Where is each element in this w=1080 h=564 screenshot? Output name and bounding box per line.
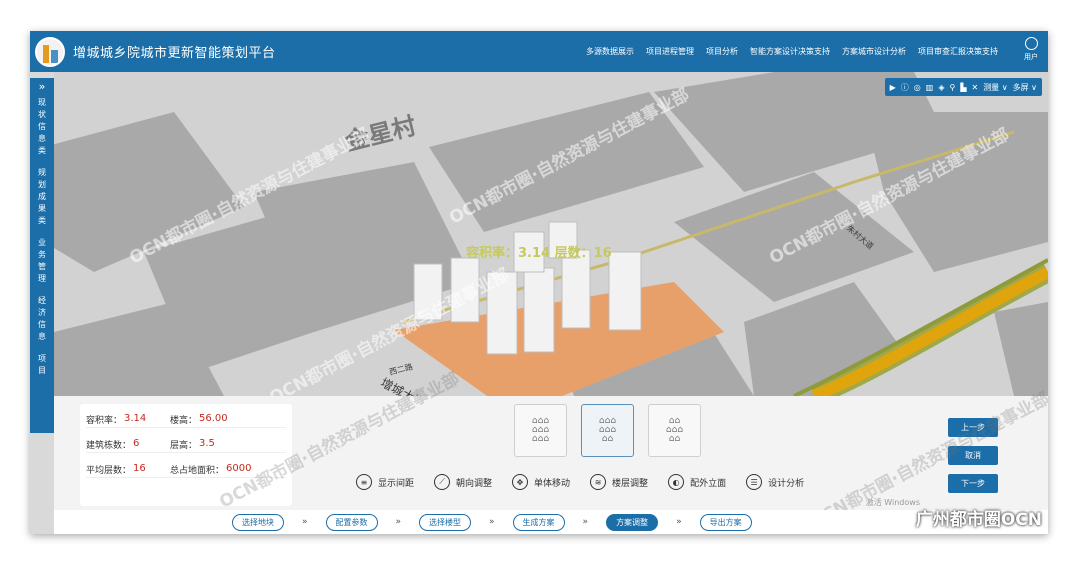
- location-icon[interactable]: ⚲: [949, 83, 955, 92]
- param-key: 层高：: [170, 441, 198, 451]
- sidebar-item-economic[interactable]: 经济信息: [38, 295, 47, 343]
- action-label: 单体移动: [534, 478, 571, 489]
- nav-item-review[interactable]: 项目审查汇报决策支持: [918, 46, 998, 57]
- user-label: 用户: [1024, 53, 1038, 61]
- layout-option-2[interactable]: ⌂⌂⌂ ⌂⌂⌂ ⌂⌂: [581, 404, 634, 457]
- step-arrow-icon: »: [489, 517, 495, 527]
- compass-icon: ⟋: [434, 474, 451, 490]
- sidebar-item-project[interactable]: 项目: [38, 353, 47, 377]
- param-key: 楼高：: [170, 416, 198, 426]
- step-config-params[interactable]: 配置参数: [325, 513, 378, 531]
- param-value: 3.14: [124, 413, 147, 424]
- param-value: 6: [133, 438, 140, 449]
- user-menu[interactable]: 用户: [1020, 37, 1042, 62]
- step-bar: 选择地块 » 配置参数 » 选择楼型 » 生成方案 » 方案调整 » 导出方案: [54, 510, 1048, 534]
- info-icon[interactable]: ⓘ: [901, 82, 909, 93]
- globe-icon[interactable]: ◎: [914, 83, 921, 92]
- step-select-parcel[interactable]: 选择地块: [232, 513, 284, 531]
- close-icon[interactable]: ✕: [971, 83, 978, 92]
- orientation-button[interactable]: ⟋ 朝向调整: [434, 474, 492, 490]
- param-row: 容积率： 3.14 楼高： 56.00: [86, 412, 286, 428]
- app-logo: [35, 36, 65, 67]
- next-step-button[interactable]: 下一步: [948, 474, 998, 493]
- step-adjust[interactable]: 方案调整: [606, 513, 659, 531]
- nav-item-data[interactable]: 多源数据展示: [586, 46, 634, 57]
- layers-icon[interactable]: ◈: [938, 83, 944, 92]
- param-row: 平均层数： 16 总占地面积： 6000: [86, 462, 286, 478]
- nav-item-design[interactable]: 智能方案设计决策支持: [750, 46, 830, 57]
- expand-icon[interactable]: »: [30, 80, 54, 93]
- action-label: 显示间距: [378, 478, 415, 489]
- building-icon[interactable]: ▙: [960, 83, 966, 92]
- nav-item-urban[interactable]: 方案城市设计分析: [842, 46, 906, 57]
- prev-step-button[interactable]: 上一步: [948, 418, 998, 437]
- left-sidebar: » 现状信息类 规划成果类 业务管理 经济信息 项目: [30, 78, 54, 433]
- step-export[interactable]: 导出方案: [699, 513, 752, 531]
- param-row: 建筑栋数： 6 层高： 3.5: [86, 437, 286, 453]
- param-value: 16: [133, 463, 146, 474]
- layout-pattern-icon: ⌂⌂⌂ ⌂⌂⌂ ⌂⌂: [598, 416, 617, 444]
- param-key: 总占地面积：: [170, 466, 225, 476]
- layout-pattern-icon: ⌂⌂⌂ ⌂⌂⌂ ⌂⌂⌂: [531, 416, 550, 444]
- show-spacing-button[interactable]: ≡ 显示间距: [356, 474, 414, 490]
- adjust-actions: ≡ 显示间距 ⟋ 朝向调整 ✥ 单体移动 ≋ 楼层调整 ◐ 配外立面 ☰ 设计分析: [356, 474, 804, 490]
- action-label: 楼层调整: [612, 478, 649, 489]
- param-key: 平均层数：: [86, 466, 132, 476]
- layout-pattern-icon: ⌂⌂ ⌂⌂⌂ ⌂⌂: [665, 416, 684, 444]
- sidebar-item-status[interactable]: 现状信息类: [38, 97, 47, 157]
- measure-button[interactable]: 测量 ∨: [983, 82, 1007, 93]
- app-title: 增城城乡院城市更新智能策划平台: [73, 46, 276, 61]
- design-analysis-button[interactable]: ☰ 设计分析: [746, 474, 804, 490]
- floor-adjust-button[interactable]: ≋ 楼层调整: [590, 474, 648, 490]
- step-arrow-icon: »: [395, 517, 402, 527]
- layout-option-3[interactable]: ⌂⌂ ⌂⌂⌂ ⌂⌂: [648, 404, 701, 457]
- cancel-button[interactable]: 取消: [948, 446, 998, 465]
- step-arrow-icon: »: [582, 517, 589, 527]
- layout-option-1[interactable]: ⌂⌂⌂ ⌂⌂⌂ ⌂⌂⌂: [514, 404, 567, 457]
- param-value: 3.5: [199, 438, 215, 449]
- step-arrow-icon: »: [302, 517, 308, 527]
- params-card: 容积率： 3.14 楼高： 56.00 建筑栋数： 6 层高： 3.5 平均层数： 16 …: [80, 404, 292, 506]
- step-select-building[interactable]: 选择楼型: [419, 513, 472, 531]
- param-key: 建筑栋数：: [86, 441, 132, 451]
- bottom-panel: 容积率： 3.14 楼高： 56.00 建筑栋数： 6 层高： 3.5 平均层数： 16 …: [54, 369, 1048, 533]
- map-toolbar: ▶ ⓘ ◎ ▥ ◈ ⚲ ▙ ✕ 测量 ∨ 多屏 ∨: [884, 78, 1042, 96]
- param-key: 容积率：: [86, 416, 123, 426]
- map-canvas: [54, 72, 1048, 396]
- step-generate[interactable]: 生成方案: [512, 513, 565, 531]
- far-floor-overlay: 容积率：3.14 层数：16: [466, 246, 612, 261]
- action-label: 朝向调整: [456, 478, 493, 489]
- map-view[interactable]: 金星村 容积率：3.14 层数：16 西二路 增城大道 朱村大道 ▶ ⓘ ◎ ▥…: [54, 72, 1048, 396]
- app-window: 增城城乡院城市更新智能策划平台 多源数据展示 项目进程管理 项目分析 智能方案设…: [30, 31, 1048, 534]
- param-value: 56.00: [199, 413, 228, 424]
- action-label: 设计分析: [768, 478, 805, 489]
- multiscreen-button[interactable]: 多屏 ∨: [1013, 82, 1037, 93]
- main-nav: 多源数据展示 项目进程管理 项目分析 智能方案设计决策支持 方案城市设计分析 项…: [586, 31, 998, 72]
- corner-watermark: 广州都市圈OCN: [915, 510, 1042, 530]
- facade-button[interactable]: ◐ 配外立面: [668, 474, 726, 490]
- top-header: 增城城乡院城市更新智能策划平台 多源数据展示 项目进程管理 项目分析 智能方案设…: [30, 31, 1048, 72]
- windows-activation: 激活 Windows: [865, 498, 920, 507]
- move-building-button[interactable]: ✥ 单体移动: [512, 474, 570, 490]
- facade-icon: ◐: [668, 474, 685, 490]
- spacing-icon: ≡: [356, 474, 372, 490]
- move-icon: ✥: [512, 474, 529, 490]
- layout-options: ⌂⌂⌂ ⌂⌂⌂ ⌂⌂⌂ ⌂⌂⌂ ⌂⌂⌂ ⌂⌂ ⌂⌂ ⌂⌂⌂ ⌂⌂: [514, 404, 701, 457]
- pointer-icon[interactable]: ▶: [890, 83, 896, 92]
- floors-icon: ≋: [590, 474, 607, 490]
- sidebar-item-business[interactable]: 业务管理: [38, 237, 47, 285]
- nav-item-analysis[interactable]: 项目分析: [706, 46, 738, 57]
- action-label: 配外立面: [690, 478, 727, 489]
- sidebar-item-planning[interactable]: 规划成果类: [38, 167, 47, 227]
- nav-item-progress[interactable]: 项目进程管理: [646, 46, 694, 57]
- wizard-buttons: 上一步 取消 下一步: [948, 418, 998, 493]
- step-arrow-icon: »: [676, 517, 682, 527]
- analysis-icon: ☰: [746, 474, 763, 490]
- user-icon: [1024, 37, 1038, 50]
- trash-icon[interactable]: ▥: [926, 83, 934, 92]
- param-value: 6000: [226, 463, 252, 474]
